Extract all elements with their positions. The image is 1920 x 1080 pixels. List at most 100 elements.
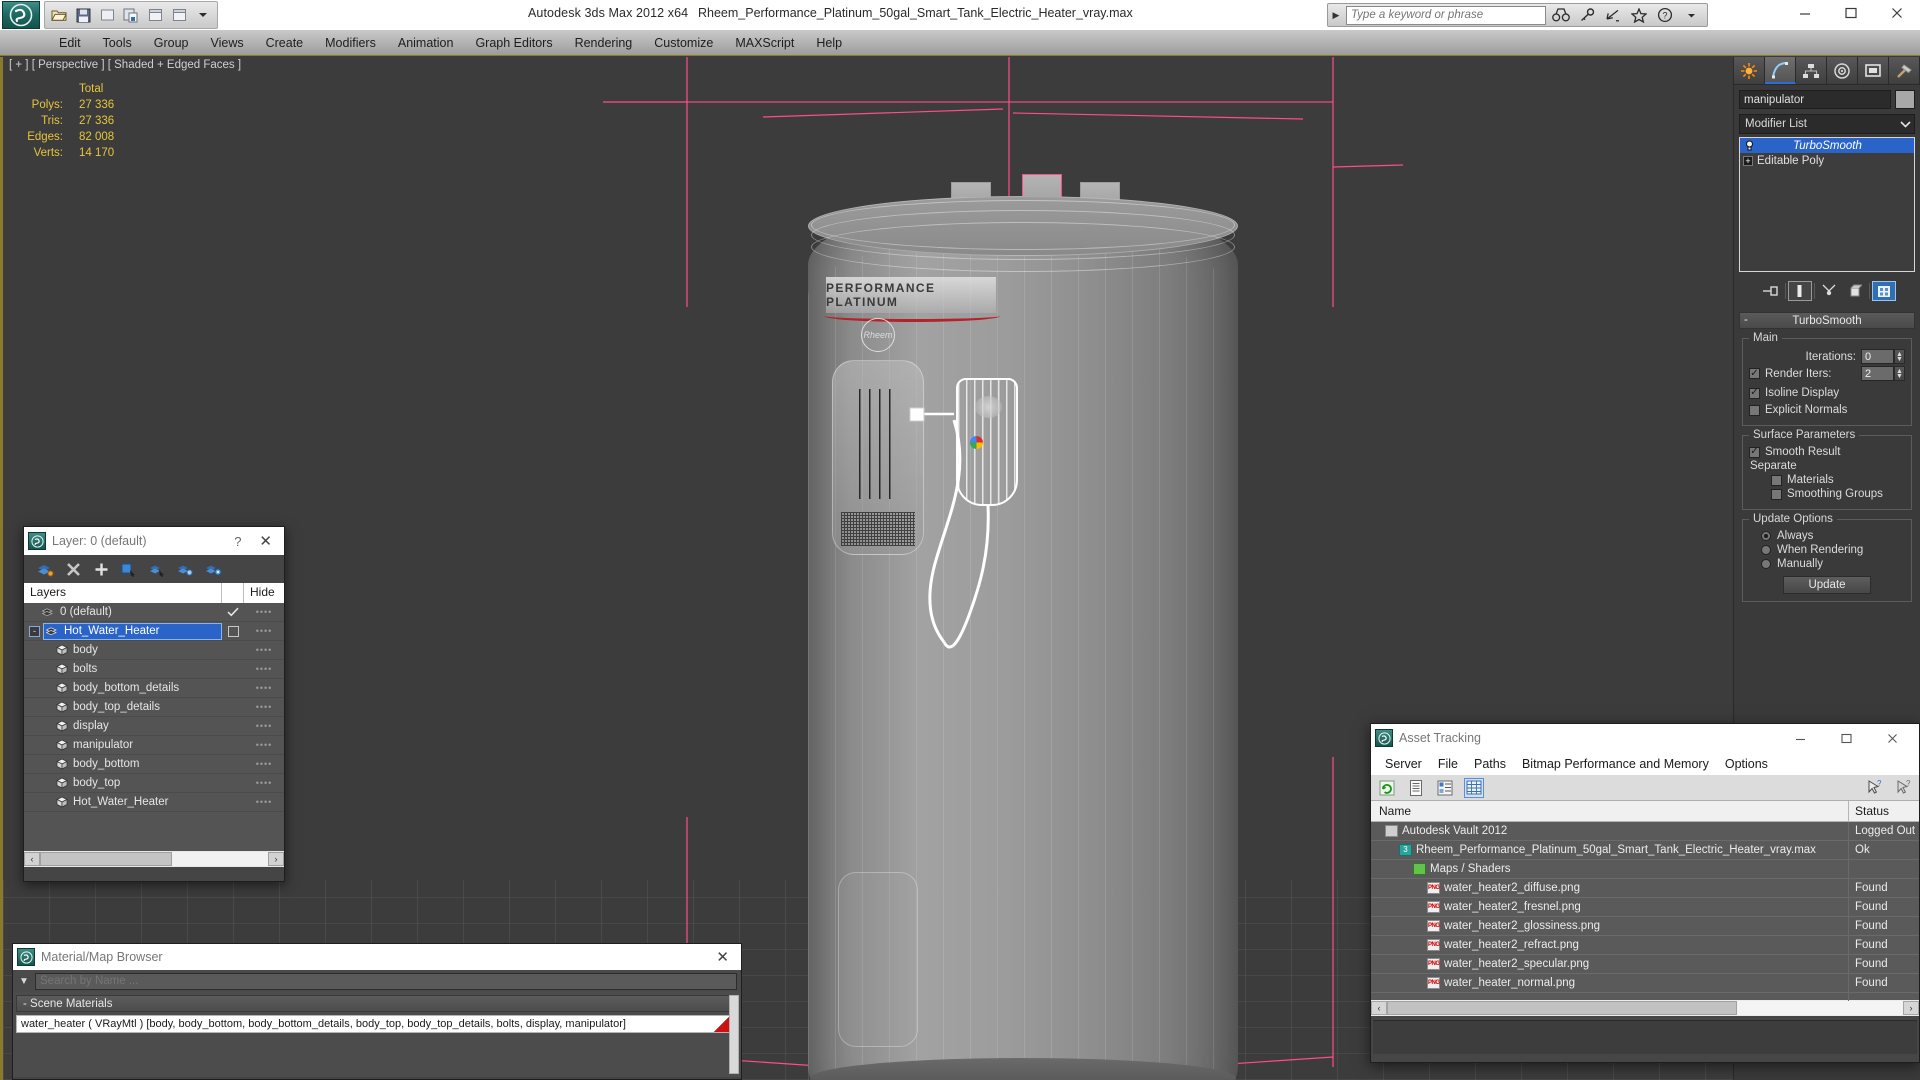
add-selection-to-layer-icon[interactable] — [92, 560, 110, 578]
close-button[interactable] — [1874, 0, 1920, 26]
layer-properties-icon[interactable] — [204, 560, 222, 578]
material-map-browser[interactable]: Material/Map Browser ✕ ▼ - Scene Materia… — [12, 943, 742, 1080]
asset-row-maxfile[interactable]: 3 Rheem_Performance_Platinum_50gal_Smart… — [1371, 840, 1919, 860]
object-name-field[interactable]: manipulator — [1739, 90, 1891, 109]
search-input[interactable] — [1346, 5, 1546, 25]
turbosmooth-rollout-header[interactable]: - TurboSmooth — [1739, 312, 1915, 329]
stack-item-editable-poly[interactable]: + Editable Poly — [1740, 153, 1914, 168]
menu-views[interactable]: Views — [199, 33, 254, 53]
asset-maximize-button[interactable] — [1823, 725, 1869, 751]
quick-access-toolbar[interactable] — [44, 1, 218, 29]
render-iters-checkbox[interactable]: ✓ — [1749, 368, 1760, 379]
modify-tab[interactable] — [1765, 57, 1796, 84]
smoothing-groups-checkbox[interactable] — [1771, 488, 1782, 500]
layer-dialog-help-button[interactable]: ? — [224, 534, 251, 549]
asset-tracking-dialog[interactable]: Asset Tracking Server File Paths Bitmap … — [1370, 723, 1920, 1063]
layer-row-hot-water-heater[interactable]: - Hot_Water_Heater •••• — [24, 622, 284, 641]
layer-dialog[interactable]: Layer: 0 (default) ? ✕ Layers Hide 0 (de… — [23, 526, 285, 882]
asset-horizontal-scrollbar[interactable]: ‹ › — [1371, 1000, 1919, 1016]
show-end-result-icon[interactable] — [1787, 281, 1812, 301]
update-button[interactable]: Update — [1783, 576, 1871, 594]
render-iters-spin-arrows[interactable]: ▲ ▼ — [1894, 366, 1905, 381]
asset-titlebar[interactable]: Asset Tracking — [1371, 724, 1919, 752]
utilities-tab[interactable] — [1889, 57, 1920, 84]
help-dropdown-icon[interactable] — [1680, 5, 1702, 25]
modifier-stack[interactable]: TurboSmooth + Editable Poly — [1739, 137, 1915, 272]
select-objects-in-layer-icon[interactable] — [120, 560, 138, 578]
iterations-spinner[interactable]: 0 ▲ ▼ — [1861, 349, 1905, 364]
create-tab[interactable] — [1734, 57, 1765, 84]
asset-menu-paths[interactable]: Paths — [1466, 755, 1514, 773]
save-file-icon[interactable] — [72, 4, 94, 26]
menu-animation[interactable]: Animation — [387, 33, 465, 53]
stack-item-turbosmooth[interactable]: TurboSmooth — [1740, 138, 1914, 153]
when-rendering-radio[interactable] — [1761, 545, 1771, 555]
materials-checkbox[interactable] — [1771, 474, 1782, 486]
create-new-layer-icon[interactable] — [36, 560, 54, 578]
asset-row-maps-shaders[interactable]: Maps / Shaders — [1371, 859, 1919, 879]
layer-row-default[interactable]: 0 (default) •••• — [24, 603, 284, 622]
asset-menu-file[interactable]: File — [1430, 755, 1466, 773]
layer-row-body-bottom-details[interactable]: body_bottom_details •••• — [24, 679, 284, 698]
undo-icon[interactable] — [96, 4, 118, 26]
asset-scroll-right-button[interactable]: › — [1903, 1001, 1919, 1015]
collapse-expander-icon[interactable]: - — [29, 625, 40, 637]
radio-always[interactable]: Always — [1749, 530, 1905, 542]
help-pointer-icon[interactable]: ? — [1864, 777, 1884, 798]
asset-row-vault[interactable]: Autodesk Vault 2012 Logged Out — [1371, 821, 1919, 841]
motion-tab[interactable] — [1827, 57, 1858, 84]
asset-close-button[interactable] — [1869, 725, 1915, 751]
layer-horizontal-scrollbar[interactable]: ‹ › — [24, 851, 284, 867]
asset-row-refract[interactable]: PNG water_heater2_refract.png Found — [1371, 935, 1919, 955]
redo-icon[interactable] — [120, 4, 142, 26]
menu-create[interactable]: Create — [255, 33, 315, 53]
isoline-display-checkbox[interactable]: ✓ — [1749, 387, 1760, 399]
scroll-right-button[interactable]: › — [268, 852, 284, 866]
menu-modifiers[interactable]: Modifiers — [314, 33, 387, 53]
hide-checkbox[interactable] — [227, 625, 239, 637]
asset-row-fresnel[interactable]: PNG water_heater2_fresnel.png Found — [1371, 897, 1919, 917]
asset-scroll-track[interactable] — [1387, 1001, 1903, 1015]
asset-row-normal[interactable]: PNG water_heater_normal.png Found — [1371, 973, 1919, 993]
make-unique-icon[interactable] — [1816, 281, 1841, 301]
render-iters-spinner[interactable]: 2 ▲ ▼ — [1861, 366, 1905, 381]
field-materials[interactable]: Materials — [1749, 474, 1905, 486]
layer-row-body[interactable]: body •••• — [24, 641, 284, 660]
smooth-result-checkbox[interactable]: ✓ — [1749, 446, 1760, 458]
scene-materials-section[interactable]: - Scene Materials — [16, 995, 738, 1012]
asset-scroll-left-button[interactable]: ‹ — [1371, 1001, 1387, 1015]
radio-manually[interactable]: Manually — [1749, 558, 1905, 570]
open-file-icon[interactable] — [48, 4, 70, 26]
maximize-button[interactable] — [1828, 0, 1874, 26]
menu-customize[interactable]: Customize — [643, 33, 724, 53]
infocenter[interactable]: ▶ ? — [1327, 3, 1708, 27]
tree-view-icon[interactable] — [1435, 777, 1455, 798]
help-icon[interactable]: ? — [1654, 5, 1676, 25]
layer-list[interactable]: 0 (default) •••• - Hot_Water_Heater ••••… — [24, 603, 284, 851]
binoculars-icon[interactable] — [1550, 5, 1572, 25]
collapse-icon[interactable]: - — [1744, 314, 1748, 326]
menu-rendering[interactable]: Rendering — [564, 33, 644, 53]
material-entry[interactable]: water_heater ( VRayMtl ) [body, body_bot… — [16, 1015, 738, 1033]
layer-row-manipulator[interactable]: manipulator •••• — [24, 736, 284, 755]
minimize-button[interactable] — [1782, 0, 1828, 26]
menu-maxscript[interactable]: MAXScript — [724, 33, 805, 53]
scroll-track[interactable] — [40, 852, 268, 866]
application-menu-button[interactable] — [2, 1, 40, 29]
select-highlighted-objects-icon[interactable] — [148, 560, 166, 578]
radio-when-rendering[interactable]: When Rendering — [1749, 544, 1905, 556]
window-icon[interactable] — [168, 4, 190, 26]
star-icon[interactable] — [1628, 5, 1650, 25]
satellite-icon[interactable] — [1602, 5, 1624, 25]
pin-stack-icon[interactable] — [1758, 281, 1783, 301]
asset-menu-server[interactable]: Server — [1377, 755, 1430, 773]
iterations-value[interactable]: 0 — [1861, 349, 1894, 364]
display-tab[interactable] — [1858, 57, 1889, 84]
layer-hide-cell[interactable] — [222, 625, 244, 637]
field-isoline-display[interactable]: ✓ Isoline Display — [1749, 387, 1905, 399]
always-radio[interactable] — [1761, 531, 1771, 541]
key-icon[interactable] — [1576, 5, 1598, 25]
list-view-icon[interactable] — [1406, 777, 1426, 798]
object-color-swatch[interactable] — [1895, 90, 1915, 109]
hierarchy-tab[interactable] — [1796, 57, 1827, 84]
